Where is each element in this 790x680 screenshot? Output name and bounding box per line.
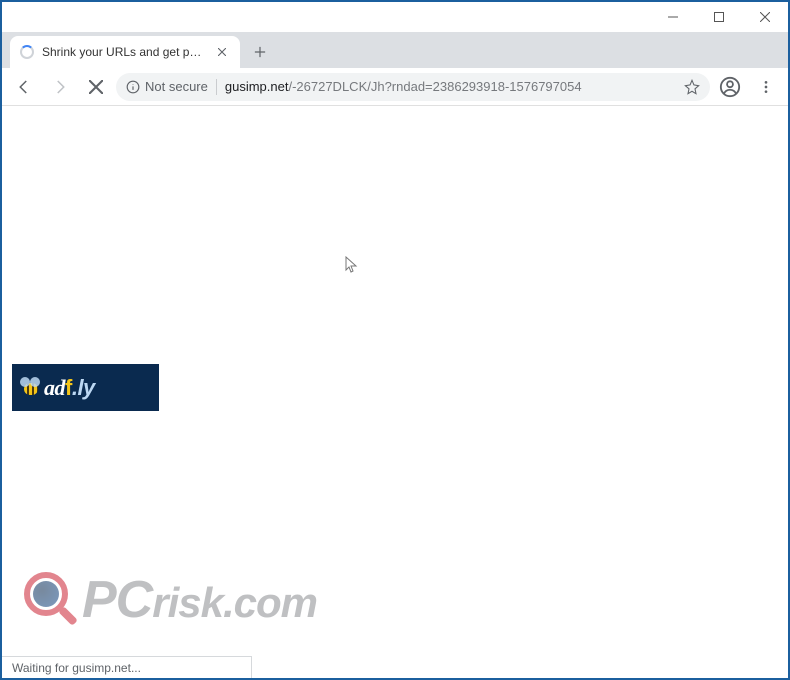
omnibox-divider (216, 79, 217, 95)
window-minimize-button[interactable] (650, 2, 696, 32)
status-bar: Waiting for gusimp.net... (2, 656, 252, 678)
browser-toolbar: Not secure gusimp.net/-26727DLCK/Jh?rnda… (2, 68, 788, 106)
adfly-logo-text: adf.ly (44, 375, 95, 401)
tab-strip: Shrink your URLs and get paid! (2, 32, 788, 68)
status-text: Waiting for gusimp.net... (12, 661, 141, 675)
bee-icon (18, 377, 40, 399)
tab-title: Shrink your URLs and get paid! (42, 45, 206, 59)
window-close-button[interactable] (742, 2, 788, 32)
bookmark-button[interactable] (684, 79, 700, 95)
address-bar[interactable]: Not secure gusimp.net/-26727DLCK/Jh?rnda… (116, 73, 710, 101)
watermark-text: PCrisk.com (82, 570, 317, 630)
tab-active[interactable]: Shrink your URLs and get paid! (10, 36, 240, 68)
page-viewport: adf.ly PCrisk.com Waiting for gusimp.net… (2, 106, 788, 678)
account-button[interactable] (714, 71, 746, 103)
forward-button[interactable] (44, 71, 76, 103)
stop-button[interactable] (80, 71, 112, 103)
tab-close-button[interactable] (214, 44, 230, 60)
new-tab-button[interactable] (246, 38, 274, 66)
back-button[interactable] (8, 71, 40, 103)
loading-spinner-icon (20, 45, 34, 59)
magnifier-icon (20, 572, 76, 628)
pcrisk-watermark: PCrisk.com (20, 570, 317, 630)
security-indicator[interactable]: Not secure (126, 79, 208, 94)
menu-button[interactable] (750, 71, 782, 103)
url-text: gusimp.net/-26727DLCK/Jh?rndad=238629391… (225, 79, 676, 94)
window-maximize-button[interactable] (696, 2, 742, 32)
security-text: Not secure (145, 79, 208, 94)
info-icon (126, 80, 140, 94)
adfly-logo: adf.ly (12, 364, 159, 411)
cursor-icon (344, 256, 358, 274)
